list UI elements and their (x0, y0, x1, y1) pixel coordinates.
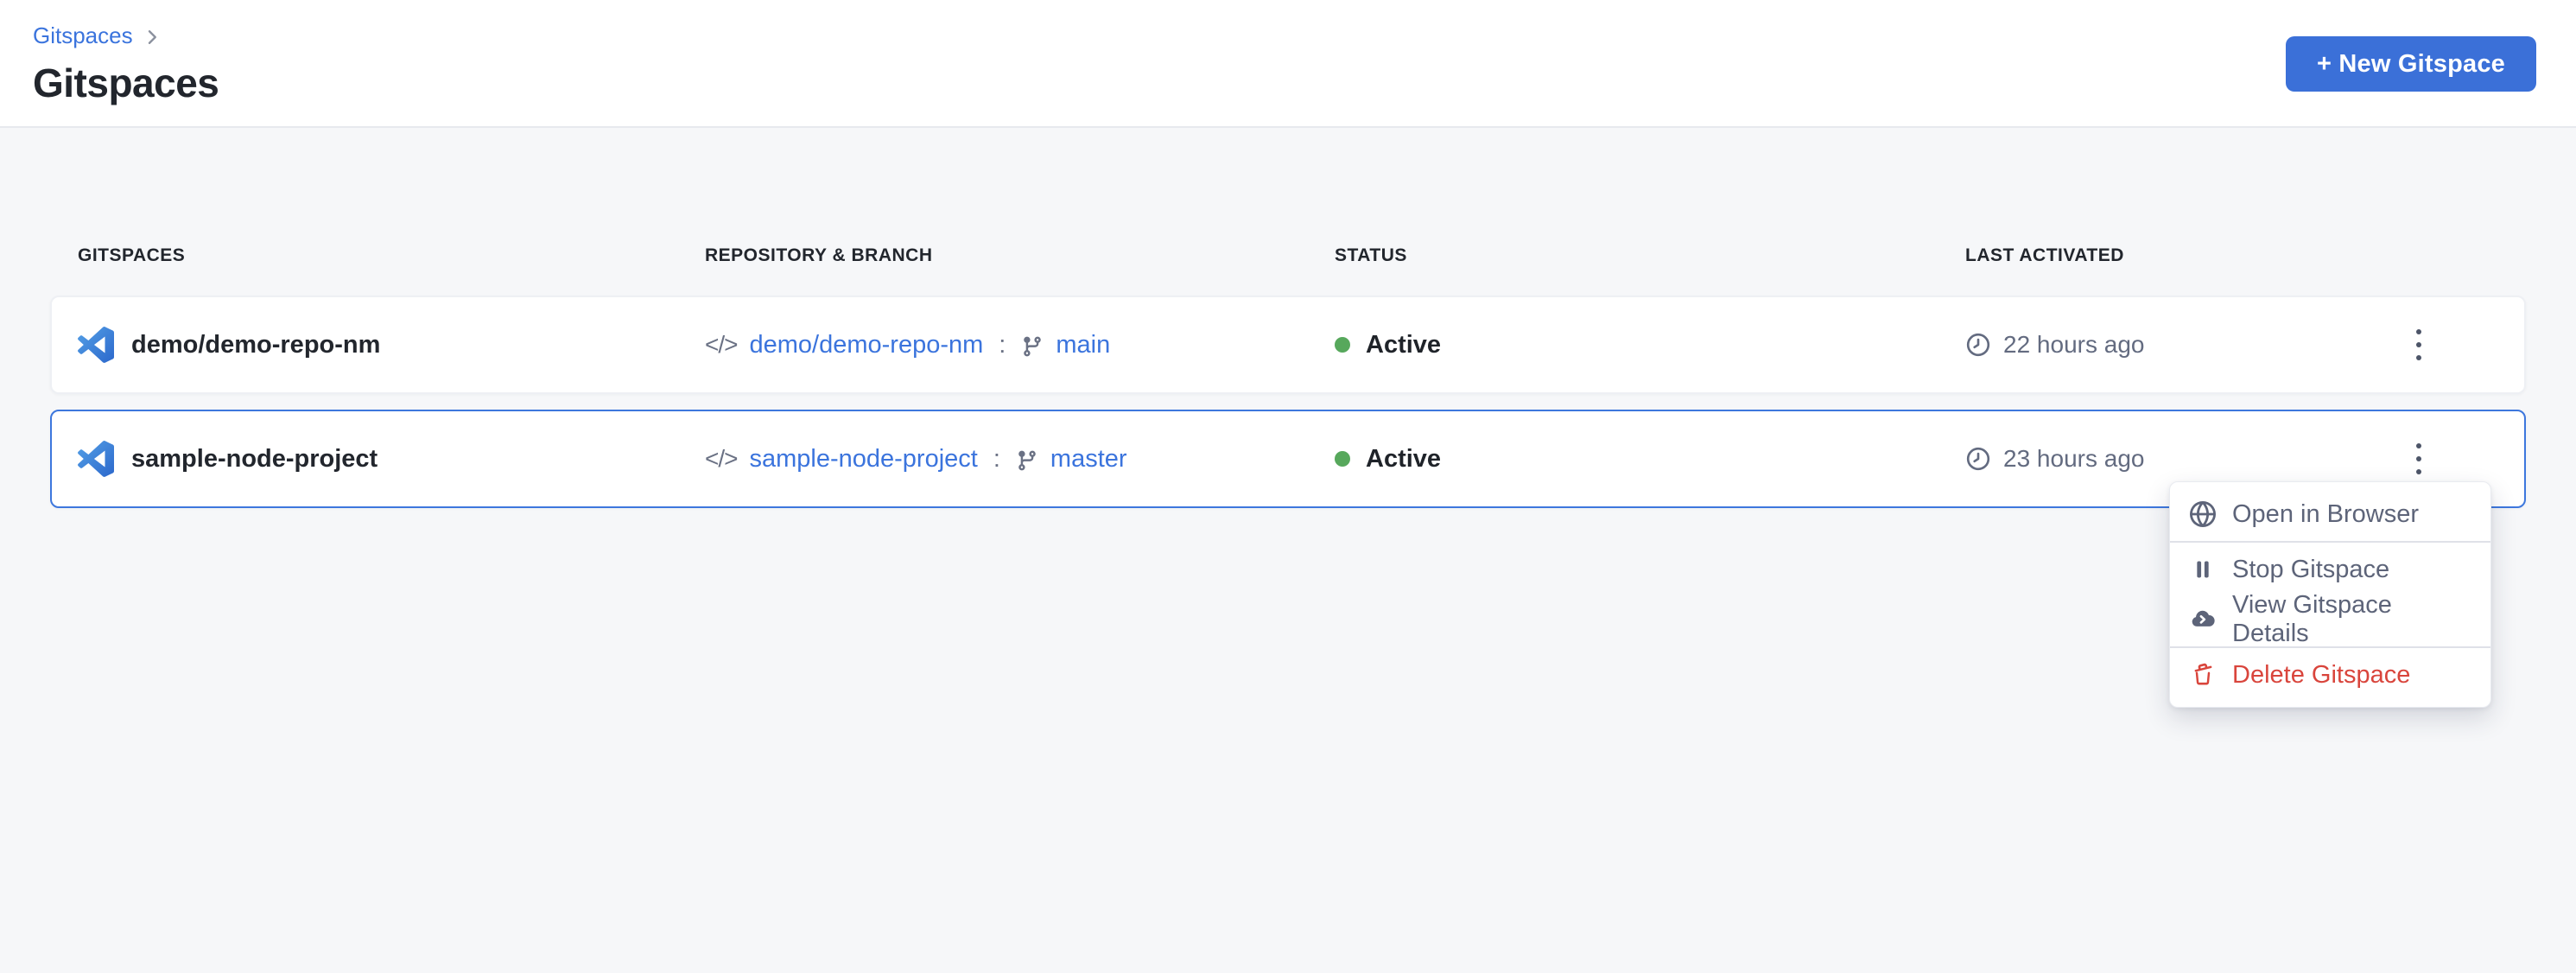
last-activated-cell: 23 hours ago (1965, 445, 2402, 473)
row-actions-kebab-icon[interactable] (2402, 431, 2436, 487)
menu-item-label: View Gitspace Details (2232, 591, 2471, 648)
code-icon: </> (705, 445, 737, 473)
repo-link[interactable]: sample-node-project (749, 445, 977, 474)
column-header-last-activated: LAST ACTIVATED (1965, 245, 2402, 266)
gitspace-name: sample-node-project (131, 445, 378, 474)
table-header: GITSPACES REPOSITORY & BRANCH STATUS LAS… (50, 237, 2526, 275)
menu-item-label: Delete Gitspace (2232, 661, 2410, 690)
column-header-repo-branch: REPOSITORY & BRANCH (705, 245, 1335, 266)
row-actions-menu: Open in Browser Stop Gitspace View Gitsp… (2169, 481, 2491, 708)
menu-item-label: Stop Gitspace (2232, 556, 2389, 584)
status-dot (1335, 337, 1350, 353)
menu-divider (2170, 541, 2490, 543)
table-row[interactable]: demo/demo-repo-nm </> demo/demo-repo-nm … (50, 296, 2526, 394)
repo-branch-cell: </> demo/demo-repo-nm : main (705, 331, 1335, 359)
git-branch-icon (1016, 449, 1038, 472)
pause-icon (2189, 557, 2217, 582)
gitspace-name-cell: sample-node-project (78, 441, 705, 477)
repo-branch-cell: </> sample-node-project : master (705, 445, 1335, 474)
git-branch-icon (1021, 335, 1044, 358)
topbar: Gitspaces Gitspaces + New Gitspace (0, 0, 2576, 128)
breadcrumb: Gitspaces (33, 22, 2536, 49)
status-label: Active (1366, 445, 1441, 474)
new-gitspace-button[interactable]: + New Gitspace (2286, 36, 2536, 92)
last-activated-text: 22 hours ago (2003, 331, 2144, 359)
page-title: Gitspaces (33, 60, 2536, 106)
branch-link[interactable]: main (1056, 331, 1110, 359)
clock-icon (1965, 332, 1991, 358)
vscode-icon (78, 327, 114, 363)
status-cell: Active (1335, 445, 1965, 474)
last-activated-text: 23 hours ago (2003, 445, 2144, 473)
menu-item-delete-gitspace[interactable]: Delete Gitspace (2170, 650, 2490, 700)
status-cell: Active (1335, 331, 1965, 359)
column-header-status: STATUS (1335, 245, 1965, 266)
menu-item-open-in-browser[interactable]: Open in Browser (2170, 489, 2490, 539)
menu-item-view-gitspace-details[interactable]: View Gitspace Details (2170, 595, 2490, 645)
last-activated-cell: 22 hours ago (1965, 331, 2402, 359)
menu-item-label: Open in Browser (2232, 500, 2419, 529)
clock-icon (1965, 446, 1991, 472)
chevron-right-icon (142, 27, 162, 48)
code-icon: </> (705, 331, 737, 359)
menu-item-stop-gitspace[interactable]: Stop Gitspace (2170, 544, 2490, 595)
table-row[interactable]: sample-node-project </> sample-node-proj… (50, 410, 2526, 508)
column-header-gitspaces: GITSPACES (78, 245, 705, 266)
status-label: Active (1366, 331, 1441, 359)
globe-icon (2189, 501, 2217, 527)
repo-link[interactable]: demo/demo-repo-nm (749, 331, 983, 359)
trash-icon (2189, 663, 2217, 687)
branch-link[interactable]: master (1050, 445, 1127, 474)
vscode-icon (78, 441, 114, 477)
repo-branch-separator: : (993, 445, 1000, 474)
row-actions-kebab-icon[interactable] (2402, 317, 2436, 372)
repo-branch-separator: : (999, 331, 1006, 359)
gitspace-name: demo/demo-repo-nm (131, 331, 380, 359)
gitspace-name-cell: demo/demo-repo-nm (78, 327, 705, 363)
breadcrumb-link-gitspaces[interactable]: Gitspaces (33, 22, 133, 49)
gitspaces-table: demo/demo-repo-nm </> demo/demo-repo-nm … (50, 296, 2526, 508)
cloud-details-icon (2189, 607, 2217, 633)
status-dot (1335, 451, 1350, 467)
